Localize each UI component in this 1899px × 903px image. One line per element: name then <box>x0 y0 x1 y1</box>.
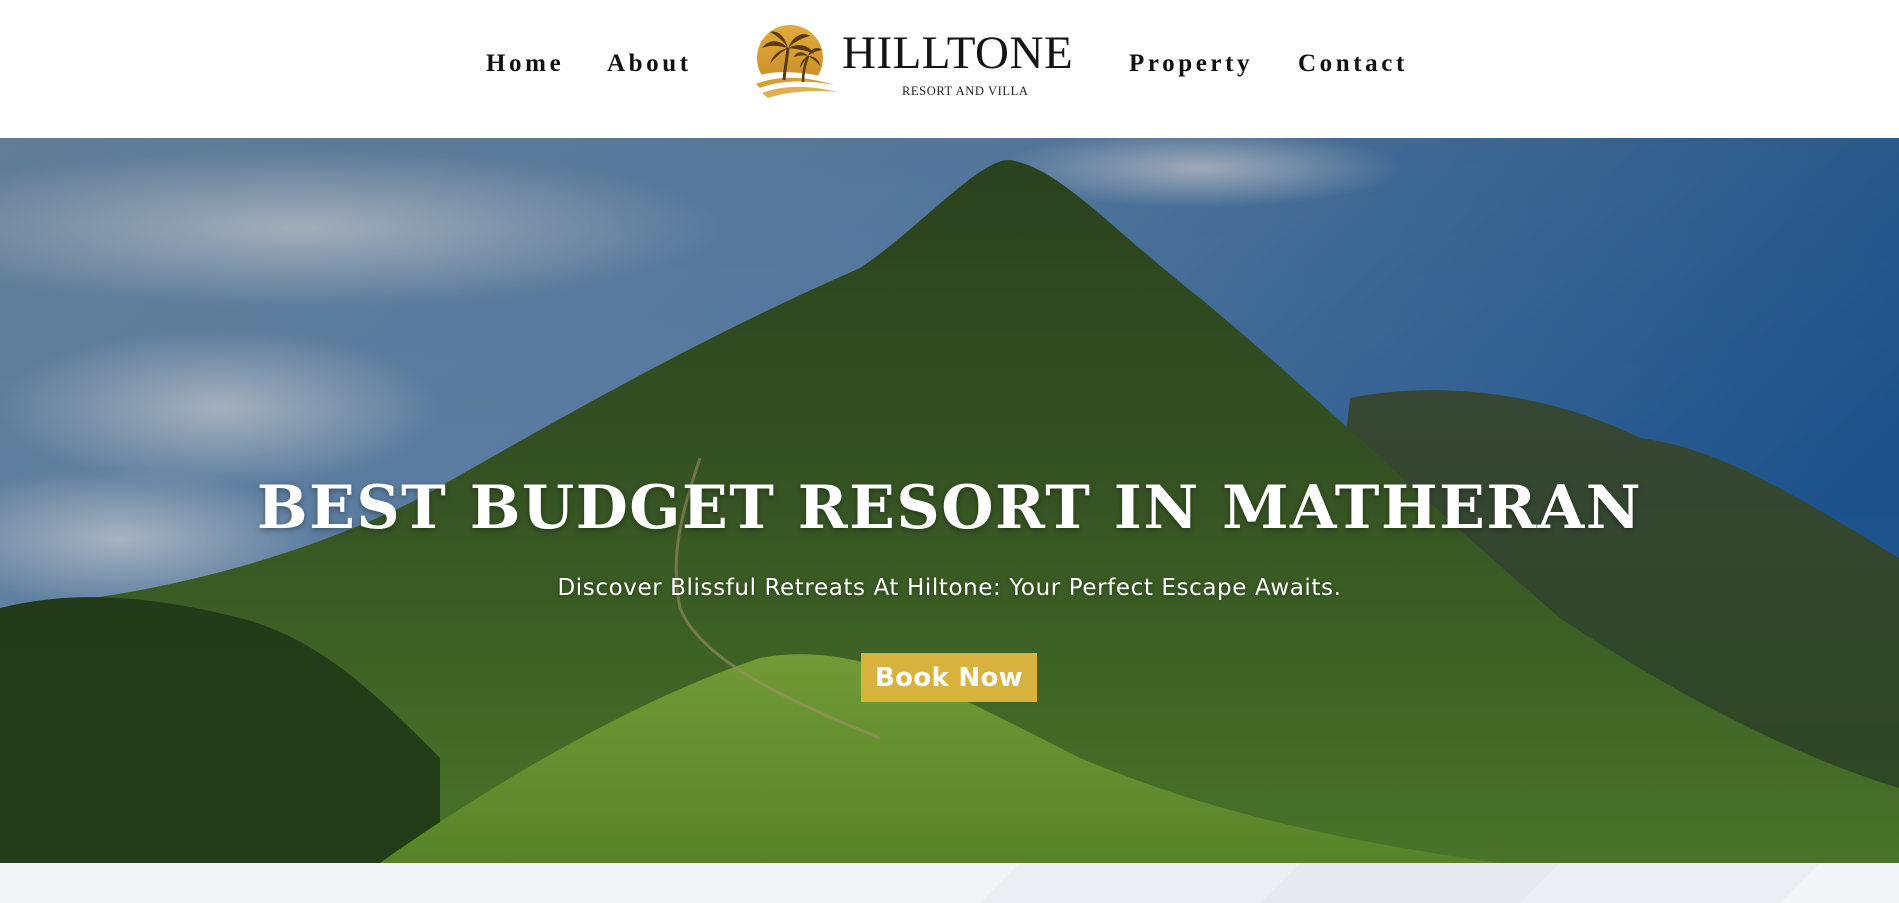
hero-banner: BEST BUDGET RESORT IN MATHERAN Discover … <box>0 138 1899 863</box>
hero-subtitle: Discover Blissful Retreats At Hiltone: Y… <box>557 575 1342 601</box>
book-now-button[interactable]: Book Now <box>861 653 1037 702</box>
logo-wordmark: HILLTONE <box>842 27 1074 79</box>
decorative-stripes <box>980 863 1820 903</box>
nav-contact-link[interactable]: Contact <box>1298 50 1408 78</box>
site-header: Home About HILLTONE RESORT AND VILLA Pro… <box>0 0 1899 138</box>
next-section-preview <box>0 863 1899 903</box>
nav-about-link[interactable]: About <box>607 50 692 78</box>
palm-trees-sunset-icon <box>750 25 838 104</box>
hero-title: BEST BUDGET RESORT IN MATHERAN <box>256 473 1643 543</box>
logo-tagline: RESORT AND VILLA <box>902 84 1029 98</box>
nav-property-link[interactable]: Property <box>1129 50 1253 78</box>
nav-home-link[interactable]: Home <box>486 50 564 78</box>
hilltone-logo[interactable]: HILLTONE RESORT AND VILLA <box>748 22 1078 106</box>
